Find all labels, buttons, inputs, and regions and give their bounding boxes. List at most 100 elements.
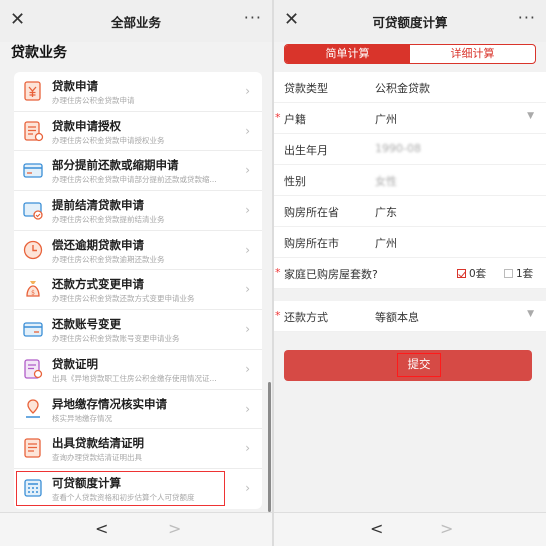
service-item-loan-authorize[interactable]: 贷款申请授权 办理住房公积金贷款申请授权业务 ›: [14, 112, 262, 152]
service-item-settle-certificate[interactable]: 出具贷款结清证明 查询办理贷款结清证明出具 ›: [14, 429, 262, 469]
chevron-right-icon: ›: [245, 401, 250, 416]
submit-label: 提交: [397, 353, 441, 377]
chevron-right-icon: ›: [245, 441, 250, 456]
chevron-right-icon: ›: [245, 84, 250, 98]
submit-button[interactable]: 提交: [284, 350, 532, 381]
service-desc: 办理住房公积金贷款申请授权业务: [52, 135, 165, 145]
service-name: 贷款申请: [52, 79, 98, 93]
service-item-partial-prepay[interactable]: 部分提前还款或缩期申请 办理住房公积金贷款申请部分提前还款或贷款缩... ›: [14, 151, 262, 192]
service-desc: 办理住房公积金贷款申请部分提前还款或贷款缩...: [52, 175, 217, 185]
service-item-account-change[interactable]: 还款账号变更 办理住房公积金贷款账号变更申请业务 ›: [14, 310, 262, 350]
chevron-right-icon: ›: [245, 242, 250, 257]
service-name: 贷款证明: [52, 356, 98, 371]
service-item-loan-apply[interactable]: 贷款申请 办理住房公积金贷款申请 ›: [14, 72, 262, 112]
field-purchase-city[interactable]: 购房所在市 广州: [274, 227, 546, 258]
field-loan-type[interactable]: 贷款类型 公积金贷款: [274, 72, 546, 103]
clock-icon: [23, 240, 43, 259]
calc-mode-tabs: 简单计算 详细计算: [284, 44, 536, 64]
houses-option-1[interactable]: 1套: [504, 266, 533, 281]
moneybag-icon: $: [26, 281, 40, 298]
screen: ✕ 全部业务 ··· 贷款业务 贷款申请 办理住房公积金贷款申请 › 贷款申请授…: [0, 0, 546, 546]
more-icon[interactable]: ···: [244, 8, 262, 27]
required-mark: *: [275, 266, 281, 279]
service-name: 异地缴存情况核实申请: [52, 396, 167, 411]
field-value: 等额本息: [375, 311, 419, 324]
certificate-icon: [24, 359, 43, 379]
service-name: 可贷额度计算: [52, 475, 121, 490]
more-icon[interactable]: ···: [518, 8, 536, 27]
checkbox-checked-icon[interactable]: [457, 269, 466, 278]
service-item-overdue-repay[interactable]: 偿还逾期贷款申请 办理住房公积金贷款逾期还款业务 ›: [14, 231, 262, 271]
chevron-right-icon: ›: [245, 322, 250, 337]
back-icon[interactable]: <: [370, 519, 383, 539]
field-purchase-province[interactable]: 购房所在省 广东: [274, 196, 546, 227]
dropdown-caret-icon: ▼: [527, 111, 534, 121]
left-bottom-nav: < >: [0, 512, 272, 546]
loan-quota-panel: ✕ 可贷额度计算 ··· 简单计算 详细计算 贷款类型 公积金贷款 * 户籍 广…: [274, 0, 546, 546]
service-name: 出具贷款结清证明: [52, 436, 144, 451]
service-name: 还款账号变更: [52, 317, 121, 332]
required-mark: *: [275, 111, 281, 124]
service-item-loan-certificate[interactable]: 贷款证明 出具《异地贷款职工住房公积金缴存使用情况证... ›: [14, 350, 262, 390]
right-bottom-nav: < >: [274, 512, 546, 546]
service-desc: 办理住房公积金贷款逾期还款业务: [52, 254, 165, 264]
required-mark: *: [275, 309, 281, 322]
field-value: 女性: [375, 175, 397, 188]
service-list: 贷款申请 办理住房公积金贷款申请 › 贷款申请授权 办理住房公积金贷款申请授权业…: [14, 72, 262, 509]
account-card-icon: [23, 322, 43, 337]
field-value: 公积金贷款: [375, 82, 430, 95]
chevron-right-icon: ›: [245, 361, 250, 376]
service-item-repay-method-change[interactable]: $ 还款方式变更申请 办理住房公积金贷款还款方式变更申请业务 ›: [14, 270, 262, 311]
settle-cert-icon: [24, 438, 41, 458]
chevron-right-icon: ›: [245, 480, 250, 495]
field-repay-method[interactable]: * 还款方式 等额本息 ▼: [274, 301, 546, 332]
chevron-right-icon: ›: [245, 203, 250, 218]
service-desc: 办理住房公积金贷款申请: [52, 96, 135, 105]
service-name: 部分提前还款或缩期申请: [52, 158, 179, 173]
field-label: 户籍: [284, 113, 306, 126]
tab-simple-calc[interactable]: 简单计算: [285, 45, 410, 63]
option-label: 1套: [516, 268, 534, 280]
doc-authorize-icon: [24, 121, 44, 141]
calculator-icon: [24, 479, 42, 497]
left-header: ✕ 全部业务 ···: [0, 0, 272, 42]
forward-icon[interactable]: >: [168, 519, 181, 539]
service-desc: 办理住房公积金贷款提前结清业务: [52, 215, 165, 225]
field-label: 还款方式: [284, 311, 328, 324]
service-desc: 查询办理贷款结清证明出具: [52, 453, 142, 463]
chevron-right-icon: ›: [245, 282, 250, 297]
field-birth[interactable]: 出生年月 1990-08: [274, 134, 546, 165]
tab-detail-calc[interactable]: 详细计算: [410, 45, 535, 63]
dropdown-caret-icon: ▼: [527, 309, 534, 319]
field-value: 1990-08: [375, 142, 421, 155]
back-icon[interactable]: <: [95, 519, 108, 539]
option-label: 0套: [469, 268, 487, 280]
service-name: 提前结清贷款申请: [52, 198, 144, 213]
scrollbar[interactable]: [268, 382, 271, 512]
svg-text:$: $: [31, 290, 35, 297]
checkbox-icon[interactable]: [504, 269, 513, 278]
service-item-remote-deposit-verify[interactable]: 异地缴存情况核实申请 核实异地缴存情况 ›: [14, 390, 262, 430]
page-title: 全部业务: [110, 15, 161, 30]
service-name: 偿还逾期贷款申请: [52, 237, 144, 252]
service-item-loan-quota-calc[interactable]: 可贷额度计算 查看个人贷款资格和初步估算个人可贷额度 ›: [14, 469, 262, 509]
field-gender[interactable]: 性别 女性: [274, 165, 546, 196]
service-desc: 核实异地缴存情况: [52, 413, 112, 423]
houses-option-0[interactable]: 0套: [457, 266, 486, 281]
field-label: 家庭已购房屋套数?: [284, 268, 378, 281]
service-desc: 出具《异地贷款职工住房公积金缴存使用情况证...: [52, 373, 217, 383]
field-household[interactable]: * 户籍 广州 ▼: [274, 103, 546, 134]
service-name: 还款方式变更申请: [52, 277, 144, 292]
card-settle-icon: [23, 202, 43, 220]
service-name: 贷款申请授权: [52, 118, 121, 133]
right-header: ✕ 可贷额度计算 ···: [274, 0, 546, 42]
calc-form: 贷款类型 公积金贷款 * 户籍 广州 ▼ 出生年月 1990-08 性别 女性 …: [274, 72, 546, 289]
repay-method-card: * 还款方式 等额本息 ▼: [274, 301, 546, 332]
forward-icon[interactable]: >: [440, 519, 453, 539]
chevron-right-icon: ›: [245, 163, 250, 178]
service-item-early-settle[interactable]: 提前结清贷款申请 办理住房公积金贷款提前结清业务 ›: [14, 191, 262, 231]
card-icon: [23, 163, 43, 179]
service-desc: 查看个人贷款资格和初步估算个人可贷额度: [52, 492, 195, 502]
field-houses-owned: * 家庭已购房屋套数? 0套 1套: [274, 258, 546, 289]
field-label: 性别: [284, 175, 306, 188]
